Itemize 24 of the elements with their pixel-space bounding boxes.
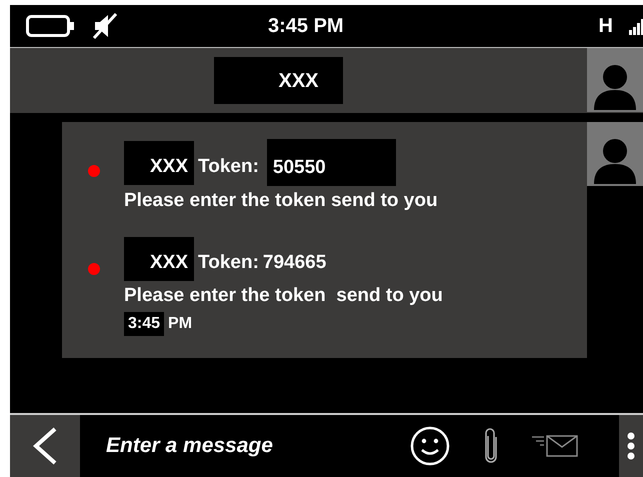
token-label: Token: xyxy=(198,155,259,179)
signal-icon xyxy=(629,17,643,35)
message-field[interactable]: Enter a message xyxy=(80,415,380,477)
message-text: Please enter the token send to you xyxy=(124,190,438,213)
token-value: 794665 xyxy=(262,251,326,276)
smiley-icon[interactable] xyxy=(410,426,450,466)
back-button[interactable] xyxy=(10,415,80,477)
token-value: 50550 xyxy=(266,139,396,186)
battery-icon xyxy=(26,15,76,37)
message-text: Please enter the token send to you xyxy=(124,284,443,308)
menu-button[interactable] xyxy=(619,415,643,477)
paperclip-icon[interactable] xyxy=(484,428,498,464)
contact-name: XXX xyxy=(214,57,343,104)
menu-icon xyxy=(627,432,635,460)
sender-name: XXX xyxy=(124,140,194,184)
token-label: Token: xyxy=(198,251,259,276)
timestamp-suffix: PM xyxy=(168,314,192,334)
sender-name: XXX xyxy=(124,236,194,281)
network-type: H xyxy=(598,14,613,39)
status-time: 3:45 PM xyxy=(268,14,344,39)
back-icon xyxy=(32,426,58,466)
timestamp-time: 3:45 xyxy=(124,312,164,336)
muted-speaker-icon xyxy=(92,12,118,40)
send-mail-icon[interactable] xyxy=(532,434,578,458)
